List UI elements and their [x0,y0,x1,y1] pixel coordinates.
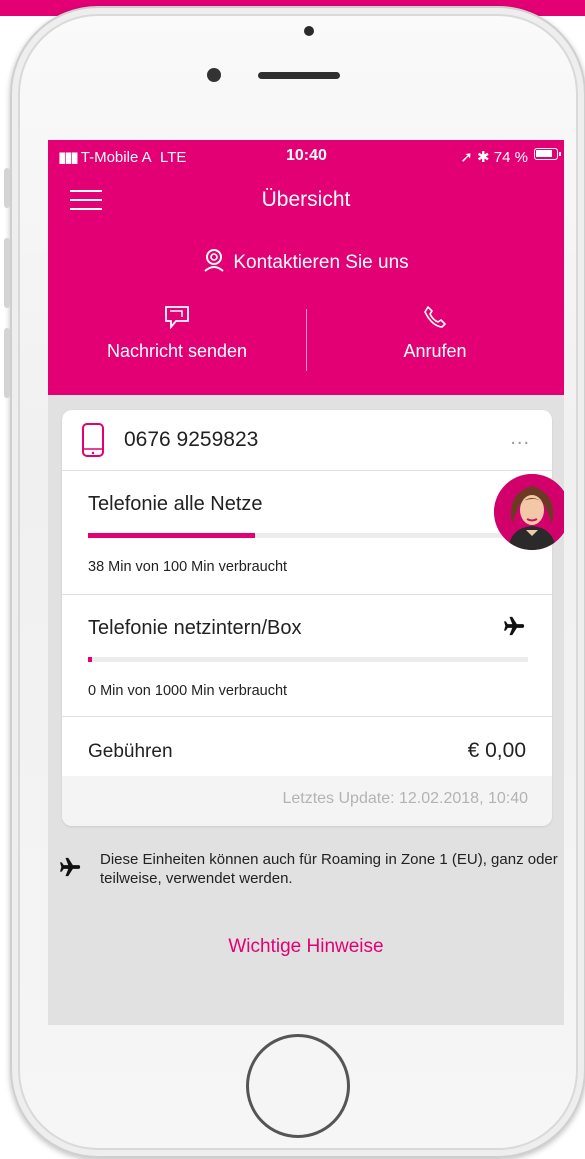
page-title: Übersicht [261,188,351,211]
card-footer: Letztes Update: 12.02.2018, 10:40 [62,776,552,826]
status-bar: ▮▮▮ T-Mobile A LTE 10:40 ➚ ✱ 74 % [48,140,564,170]
roaming-note: Diese Einheiten können auch für Roaming … [60,850,560,888]
contact-us-link[interactable]: Kontaktieren Sie uns [48,248,564,274]
call-label: Anrufen [403,341,467,361]
more-options-button[interactable]: ... [510,427,530,450]
mobile-phone-icon [82,423,104,457]
important-notes-link[interactable]: Wichtige Hinweise [48,936,564,958]
location-icon: ➚ [460,149,473,166]
roaming-note-text: Diese Einheiten können auch für Roaming … [100,851,558,887]
usage-progress-fill [88,533,256,538]
fees-label: Gebühren [88,741,173,762]
usage-section-internal: Telefonie netzintern/Box 0 Min von 1000 … [62,595,552,717]
airplane-icon [60,857,81,877]
call-button[interactable]: Anrufen [306,305,564,362]
contact-us-label: Kontaktieren Sie uns [233,252,409,273]
home-button[interactable] [246,1034,350,1138]
status-time: 10:40 [286,147,327,164]
usage-title: Telefonie netzintern/Box [88,617,302,639]
bluetooth-icon: ✱ [477,149,490,166]
proximity-sensor [207,68,221,82]
avatar-illustration [494,474,564,550]
contact-icon [204,249,224,272]
send-message-label: Nachricht senden [106,341,248,361]
battery-icon [534,148,561,160]
phone-call-icon [424,306,446,328]
message-icon [165,306,189,329]
earpiece-speaker [258,72,340,79]
usage-card: 0676 9259823 ... Telefonie alle Netze 38… [62,410,552,826]
volume-down-button [4,328,10,398]
avatar[interactable] [494,474,564,550]
usage-text: 38 Min von 100 Min verbraucht [88,559,288,575]
mute-switch [4,168,10,208]
usage-text: 0 Min von 1000 Min verbraucht [88,683,288,699]
network-type: LTE [159,149,187,166]
status-right: ➚ ✱ 74 % [460,148,528,166]
send-message-button[interactable]: Nachricht senden [48,305,306,362]
app-header: ▮▮▮ T-Mobile A LTE 10:40 ➚ ✱ 74 % Übersic… [48,140,564,395]
usage-progress-bar [88,533,528,538]
carrier-info: ▮▮▮ T-Mobile A LTE [58,148,186,166]
airplane-icon [504,616,525,636]
front-camera [304,26,314,36]
volume-up-button [4,238,10,308]
battery-percent: 74 % [493,149,528,166]
fees-value: € 0,00 [467,739,526,762]
carrier-name: T-Mobile A [80,149,152,166]
card-header: 0676 9259823 ... [62,410,552,471]
signal-icon: ▮▮▮ [58,149,79,166]
contact-actions: Nachricht senden Anrufen [48,305,564,375]
usage-progress-fill [88,657,92,662]
fees-row: Gebühren € 0,00 [62,717,552,775]
usage-title: Telefonie alle Netze [88,493,263,515]
usage-progress-bar [88,657,528,662]
usage-section-all-networks: Telefonie alle Netze 38 Min von 100 Min … [62,471,552,595]
phone-number: 0676 9259823 [124,428,259,451]
last-update: Letztes Update: 12.02.2018, 10:40 [282,790,528,807]
phone-screen: ▮▮▮ T-Mobile A LTE 10:40 ➚ ✱ 74 % Übersic… [48,140,564,1025]
